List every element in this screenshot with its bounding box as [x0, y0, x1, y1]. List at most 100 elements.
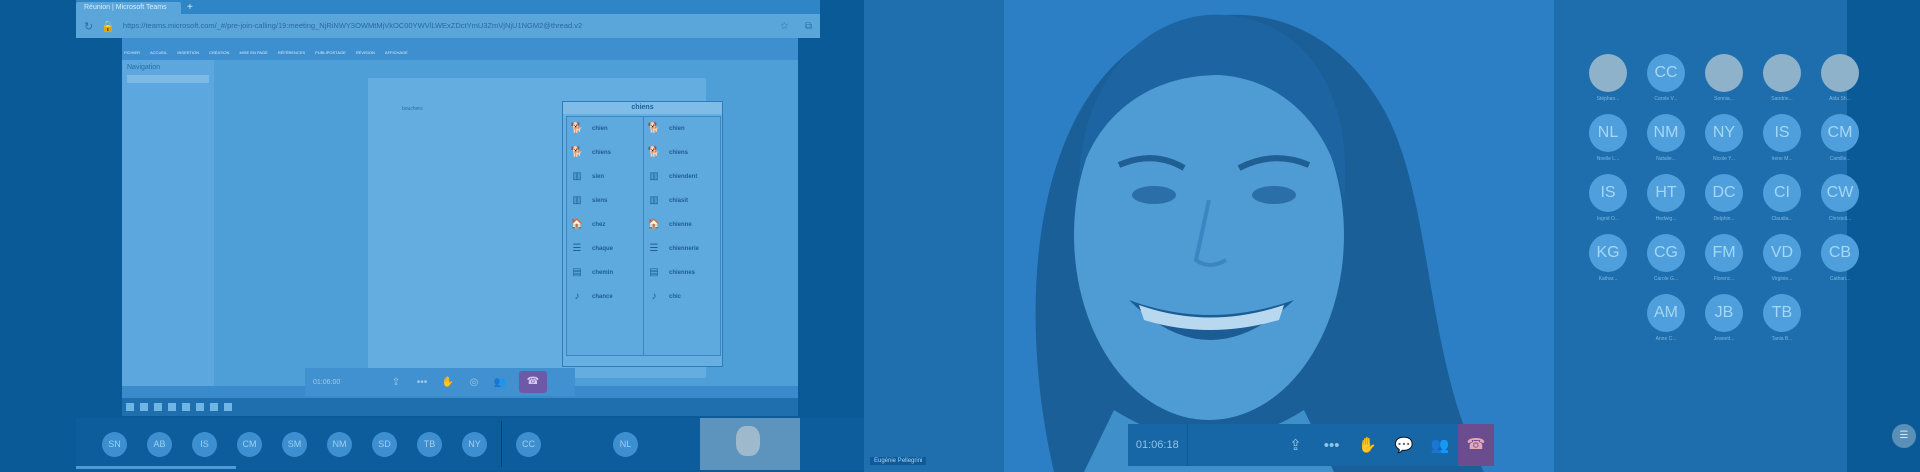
word-option[interactable]: ♪ chance [567, 285, 643, 309]
ribbon-tab[interactable]: PUBLIPOSTAGE [315, 50, 346, 55]
browser-tab[interactable]: Réunion | Microsoft Teams [76, 2, 181, 14]
taskbar-app-icon[interactable] [154, 403, 162, 411]
word-option[interactable]: ▥ siens [567, 189, 643, 213]
word-option[interactable]: ▥ chiendent [644, 165, 720, 189]
word-option[interactable]: ☰ chaque [567, 237, 643, 261]
participant-avatar[interactable]: IS [192, 431, 217, 457]
word-option[interactable]: ▤ chemin [567, 261, 643, 285]
word-option[interactable]: ▥ chiasit [644, 189, 720, 213]
participant-tile[interactable]: CW Christell... [1815, 174, 1865, 222]
participant-avatar[interactable]: CC [516, 431, 541, 457]
word-option[interactable]: 🐕 chiens [644, 141, 720, 165]
taskbar-app-icon[interactable] [196, 403, 204, 411]
word-option[interactable]: ♪ chic [644, 285, 720, 309]
word-option[interactable]: 🐕 chien [567, 117, 643, 141]
ribbon-tab[interactable]: ACCUEIL [150, 50, 167, 55]
hang-up-button[interactable]: ☎ [1457, 424, 1494, 466]
more-options-icon[interactable]: ••• [1314, 437, 1350, 454]
taskbar-app-icon[interactable] [224, 403, 232, 411]
hang-up-button[interactable]: ☎ [519, 371, 547, 393]
lock-icon: 🔒 [101, 20, 115, 33]
expand-button[interactable]: ☰ [1892, 424, 1916, 448]
word-option[interactable]: ▤ chiennes [644, 261, 720, 285]
word-option[interactable]: 🐕 chiens [567, 141, 643, 165]
ribbon-tab[interactable]: INSERTION [177, 50, 199, 55]
participant-avatar: IS [1589, 174, 1627, 212]
taskbar-app-icon[interactable] [182, 403, 190, 411]
participant-avatar[interactable]: CM [237, 431, 262, 457]
navigation-search-input[interactable] [127, 75, 209, 83]
more-options-icon[interactable]: ••• [409, 377, 435, 388]
ribbon-tab[interactable]: MISE EN PAGE [239, 50, 267, 55]
word-picture-icon: ▥ [572, 171, 582, 182]
participant-tile[interactable]: VD Virginie... [1757, 234, 1807, 282]
participant-tile[interactable]: Stéphan... [1583, 54, 1633, 102]
participant-strip-scrollbar[interactable] [76, 466, 236, 469]
participant-tile[interactable]: Sonnia... [1699, 54, 1749, 102]
url-field[interactable]: https://teams.microsoft.com/_#/pre-join-… [123, 19, 764, 33]
participant-tile[interactable]: IS Irene M... [1757, 114, 1807, 162]
reload-icon[interactable]: ↻ [84, 20, 93, 33]
participant-avatar[interactable]: TB [417, 431, 442, 457]
participants-grid: Stéphan... CC Carole V... Sonnia... Sandrin.… [1554, 0, 1859, 472]
participant-avatar[interactable]: NY [462, 431, 487, 457]
participant-tile[interactable]: CB Cathari... [1815, 234, 1865, 282]
participant-avatar[interactable]: SD [372, 431, 397, 457]
start-icon[interactable] [126, 403, 134, 411]
participant-avatar[interactable]: SM [282, 431, 307, 457]
chat-icon[interactable]: 💬 [1386, 436, 1422, 454]
ribbon-tab[interactable]: RÉVISION [356, 50, 375, 55]
chat-icon[interactable]: ◎ [461, 377, 487, 388]
word-option[interactable]: 🐕 chien [644, 117, 720, 141]
participant-avatar: CI [1763, 174, 1801, 212]
taskbar-app-icon[interactable] [210, 403, 218, 411]
participant-tile[interactable]: NY Nicole Y... [1699, 114, 1749, 162]
word-option[interactable]: 🏠 chienne [644, 213, 720, 237]
word-option[interactable]: 🏠 chez [567, 213, 643, 237]
participant-avatar[interactable]: NL [613, 431, 638, 457]
word-label: chic [669, 294, 682, 300]
raise-hand-icon[interactable]: ✋ [1350, 436, 1386, 454]
participant-tile[interactable]: CC Carole V... [1641, 54, 1691, 102]
participant-tile[interactable]: TB Tania B... [1757, 294, 1807, 342]
participant-tile[interactable]: Sandrin... [1757, 54, 1807, 102]
new-tab-icon[interactable]: + [187, 2, 193, 13]
participant-tile[interactable]: CM Camille... [1815, 114, 1865, 162]
participant-tile[interactable]: NL Noelle L... [1583, 114, 1633, 162]
taskbar-app-icon[interactable] [168, 403, 176, 411]
participant-tile[interactable]: CI Claudia... [1757, 174, 1807, 222]
participant-tile[interactable]: KG Kathar... [1583, 234, 1633, 282]
participant-avatar[interactable]: SN [102, 431, 127, 457]
participants-icon[interactable]: 👥 [1422, 436, 1458, 454]
participant-avatar[interactable]: AB [147, 431, 172, 457]
word-option[interactable]: ▥ sien [567, 165, 643, 189]
share-tray-icon[interactable]: ⇪ [1278, 436, 1314, 454]
participant-avatar: NL [1589, 114, 1627, 152]
share-tray-icon[interactable]: ⇪ [383, 377, 409, 388]
self-video-thumbnail[interactable] [700, 418, 800, 470]
participant-tile[interactable]: HT Hedwig... [1641, 174, 1691, 222]
collections-icon[interactable]: ⧉ [805, 21, 812, 32]
ribbon-tab[interactable]: AFFICHAGE [385, 50, 408, 55]
ribbon-tab[interactable]: CRÉATION [209, 50, 229, 55]
call-controls: 01:06:18 ⇪ ••• ✋ 💬 👥 ☎ [1128, 424, 1494, 466]
participant-tile[interactable]: NM Natalie... [1641, 114, 1691, 162]
participant-tile[interactable]: Aida Sh... [1815, 54, 1865, 102]
participant-name: Sonnia... [1714, 96, 1734, 102]
participant-tile[interactable]: AM Anne C... [1641, 294, 1691, 342]
word-label: chienne [669, 222, 692, 228]
raise-hand-icon[interactable]: ✋ [435, 377, 461, 388]
participant-avatar: CW [1821, 174, 1859, 212]
participant-tile[interactable]: IS Ingrid O... [1583, 174, 1633, 222]
participant-tile[interactable]: JB Jeanett... [1699, 294, 1749, 342]
ribbon-tab[interactable]: RÉFÉRENCES [278, 50, 305, 55]
participants-icon[interactable]: 👥 [487, 377, 513, 388]
participant-avatar[interactable]: NM [327, 431, 352, 457]
participant-tile[interactable]: CG Carole G... [1641, 234, 1691, 282]
participant-tile[interactable]: FM Florenc... [1699, 234, 1749, 282]
word-option[interactable]: ☰ chiennerie [644, 237, 720, 261]
favorite-icon[interactable]: ☆ [780, 21, 789, 32]
participant-tile[interactable]: DC Delphin... [1699, 174, 1749, 222]
ribbon-tab[interactable]: FICHIER [124, 50, 140, 55]
search-icon[interactable] [140, 403, 148, 411]
